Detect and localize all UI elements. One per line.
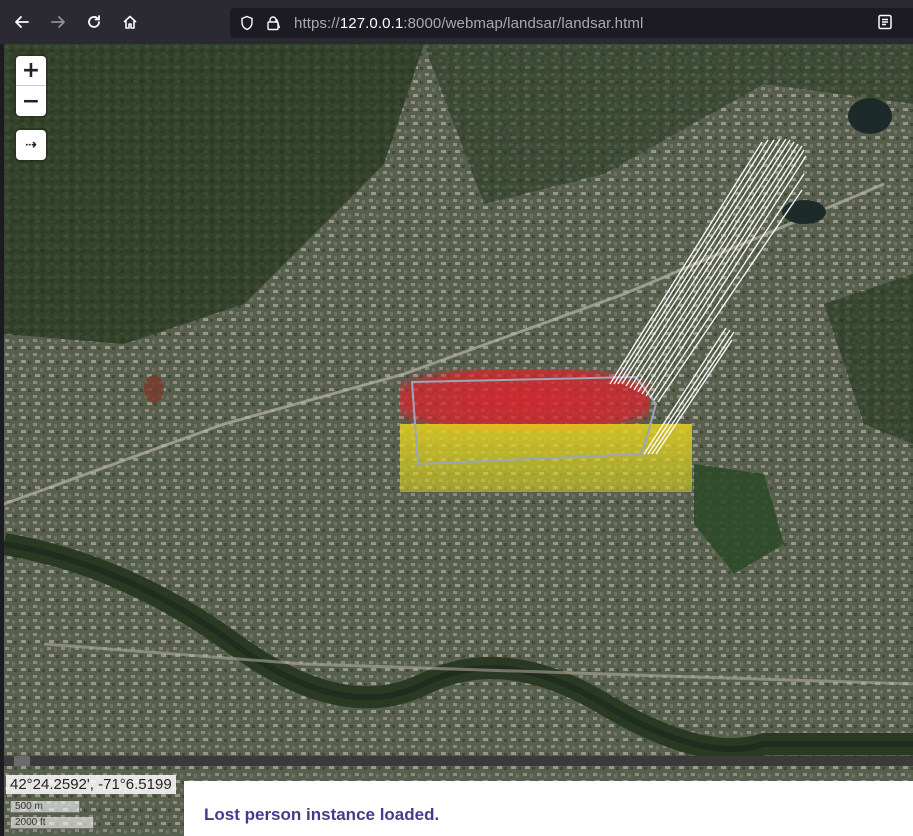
url-host: 127.0.0.1 [339, 14, 404, 32]
reload-icon [88, 15, 100, 28]
zoom-controls: + − [16, 56, 46, 116]
reader-view-icon[interactable] [876, 13, 894, 31]
zoom-out-button[interactable]: − [16, 86, 46, 116]
url-path: :8000/webmap/landsar/landsar.html [403, 14, 644, 32]
url-scheme: https:// [294, 14, 340, 32]
scale-bar-metric: 500 m [10, 801, 80, 813]
mouse-coordinates: 42°24.2592', -71°6.5199 [6, 775, 176, 794]
satellite-imagery [4, 44, 913, 836]
back-button[interactable] [8, 8, 36, 36]
timeline-slider[interactable] [4, 756, 913, 766]
shield-icon[interactable] [238, 14, 256, 32]
url-text[interactable]: https://127.0.0.1:8000/webmap/landsar/la… [294, 15, 643, 32]
home-button[interactable] [116, 8, 144, 36]
forward-button[interactable] [44, 8, 72, 36]
status-message: Lost person instance loaded. [204, 805, 440, 824]
home-icon [123, 15, 137, 29]
timeline-handle[interactable] [14, 756, 30, 766]
url-bar[interactable]: https://127.0.0.1:8000/webmap/landsar/la… [230, 8, 913, 38]
scale-bar-imperial: 2000 ft [10, 817, 94, 829]
status-panel: Lost person instance loaded. [184, 781, 913, 836]
browser-toolbar: https://127.0.0.1:8000/webmap/landsar/la… [0, 0, 913, 44]
map-extra-control-button[interactable]: ⇢ [16, 130, 46, 160]
arrow-left-icon [15, 16, 29, 28]
lock-icon[interactable] [264, 14, 282, 32]
arrow-right-icon [51, 16, 65, 28]
map-view[interactable]: + − ⇢ 42°24.2592', -71°6.5199 500 m 2000… [4, 44, 913, 836]
reload-button[interactable] [80, 8, 108, 36]
zoom-in-button[interactable]: + [16, 56, 46, 86]
